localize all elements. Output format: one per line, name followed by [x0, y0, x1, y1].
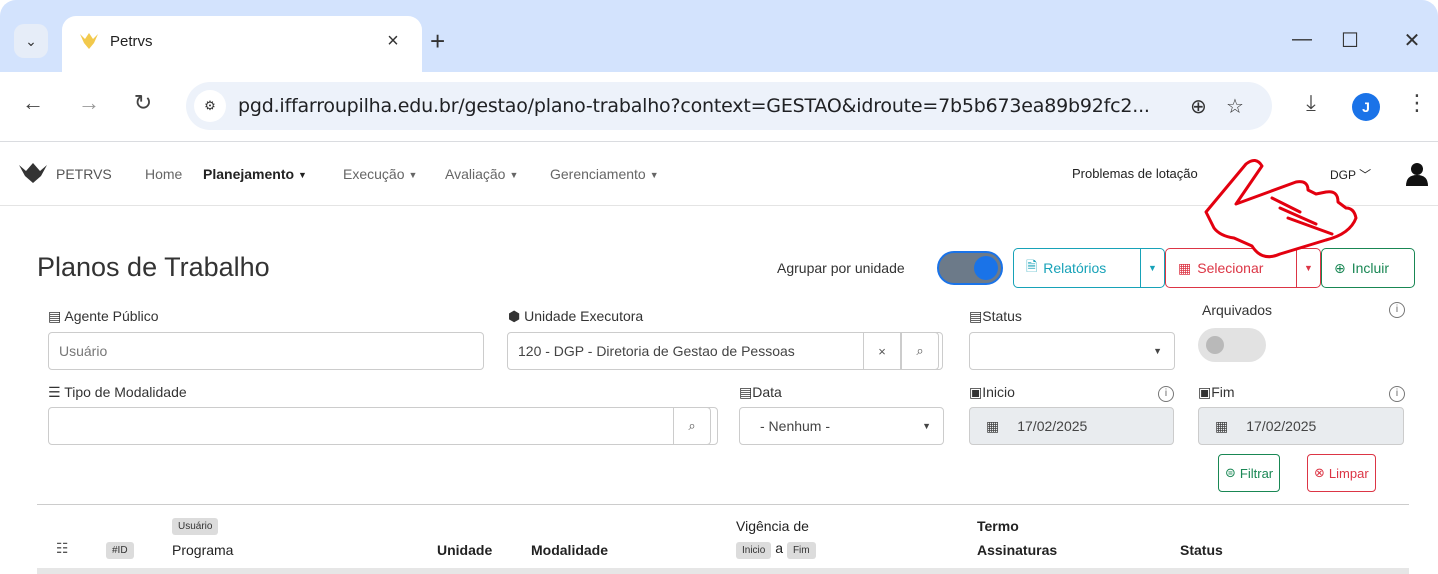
nav-planejamento[interactable]: Planejamento ▼ [203, 166, 307, 182]
pointing-hand-annotation-icon [1204, 159, 1358, 259]
browser-tab[interactable]: Petrvs × [62, 16, 422, 72]
cube-icon: ⬢ [508, 308, 525, 324]
filter-button[interactable]: ⊜ Filtrar [1218, 454, 1281, 492]
x-circle-icon: ⊗ [1314, 465, 1325, 480]
table-header-border [37, 568, 1409, 574]
calendar-icon: ▣ [969, 384, 983, 400]
address-bar[interactable]: ⚙ pgd.iffarroupilha.edu.br/gestao/plano-… [186, 82, 1272, 130]
calendar-list-icon: ▤ [739, 384, 753, 400]
reload-icon[interactable]: ↻ [128, 90, 158, 116]
calendar-icon: ▦ [1215, 417, 1229, 434]
caret-down-icon: ▼ [1153, 346, 1162, 356]
tab-search-icon[interactable]: ⌄ [14, 24, 48, 58]
browser-tab-bar: ⌄ Petrvs × + — ☐ ✕ [0, 0, 1438, 72]
id-column-header[interactable]: #ID [106, 540, 134, 559]
toggle-knob [1206, 336, 1224, 354]
clear-button[interactable]: ⊗ Limpar [1307, 454, 1376, 492]
new-tab-button[interactable]: + [430, 26, 445, 56]
caret-down-icon: ▼ [298, 170, 307, 181]
caret-down-icon: ▼ [922, 421, 931, 431]
profile-avatar[interactable]: J [1352, 93, 1380, 121]
search-icon[interactable]: ⌕ [901, 332, 939, 370]
list-options-icon[interactable]: ☷ [56, 540, 69, 557]
signatures-column-header[interactable]: Assinaturas [977, 542, 1057, 558]
nav-avaliacao[interactable]: Avaliação ▼ [445, 166, 518, 182]
info-icon[interactable]: i [1389, 386, 1405, 402]
modality-input[interactable]: ⌕ [48, 407, 718, 445]
menu-dots-icon[interactable]: ⋮ [1402, 90, 1432, 116]
zoom-icon[interactable]: ⊕ [1190, 94, 1207, 119]
petrvs-logo-icon [19, 163, 47, 183]
program-column-header[interactable]: Programa [172, 542, 233, 558]
modality-label: ☰ Tipo de Modalidade [48, 384, 187, 400]
url-text[interactable]: pgd.iffarroupilha.edu.br/gestao/plano-tr… [238, 95, 1150, 117]
maximize-icon[interactable]: ☐ [1330, 28, 1370, 53]
nav-gerenciamento[interactable]: Gerenciamento ▼ [550, 166, 659, 182]
group-by-unit-toggle[interactable] [937, 251, 1003, 285]
reports-button-group: 🗎 Relatórios ▼ [1013, 248, 1165, 288]
end-date-input[interactable]: ▦ 17/02/2025 [1198, 407, 1404, 445]
user-icon[interactable] [1406, 162, 1428, 186]
unit-input[interactable]: 120 - DGP - Diretoria de Gestao de Pesso… [507, 332, 943, 370]
modality-column-header[interactable]: Modalidade [531, 542, 608, 558]
archived-toggle[interactable] [1198, 328, 1266, 362]
id-card-icon: ▤ [48, 308, 65, 324]
end-label: ▣Fim [1198, 384, 1235, 400]
start-date-input[interactable]: ▦ 17/02/2025 [969, 407, 1174, 445]
reports-dropdown-toggle[interactable]: ▼ [1140, 249, 1164, 287]
calendar-icon: ▣ [1198, 384, 1212, 400]
nav-home[interactable]: Home [145, 166, 182, 182]
unit-column-header[interactable]: Unidade [437, 542, 492, 558]
tab-close-icon[interactable]: × [380, 28, 406, 54]
status-select[interactable]: ▼ [969, 332, 1175, 370]
info-icon[interactable]: i [1158, 386, 1174, 402]
minimize-icon[interactable]: — [1282, 28, 1322, 51]
agent-input[interactable]: Usuário [48, 332, 484, 370]
caret-down-icon: ▼ [408, 170, 418, 181]
archived-label: Arquivados [1202, 302, 1273, 318]
info-icon[interactable]: i [1389, 302, 1405, 318]
toggle-knob [974, 256, 998, 280]
date-label: ▤Data [739, 384, 782, 400]
term-column-header: Termo [977, 518, 1019, 534]
group-by-unit-label: Agrupar por unidade [777, 260, 905, 276]
list-indent-icon: ☰ [48, 384, 65, 400]
forward-icon[interactable]: → [74, 90, 104, 116]
divider [37, 504, 1409, 505]
clear-unit-button[interactable]: × [863, 332, 901, 370]
user-column-header[interactable]: Usuário [172, 516, 219, 535]
unit-label: ⬢ Unidade Executora [508, 308, 644, 324]
site-settings-icon[interactable]: ⚙ [194, 90, 226, 122]
filter-circle-icon: ⊜ [1225, 465, 1236, 480]
close-icon[interactable]: ✕ [1392, 28, 1432, 53]
agent-label: ▤ Agente Público [48, 308, 159, 324]
page-title: Planos de Trabalho [37, 252, 270, 282]
date-select[interactable]: - Nenhum - ▼ [739, 407, 944, 445]
browser-toolbar: ← → ↻ ⚙ pgd.iffarroupilha.edu.br/gestao/… [0, 72, 1438, 142]
caret-down-icon: ▼ [649, 170, 659, 181]
search-icon[interactable]: ⌕ [673, 407, 711, 445]
tab-title: Petrvs [110, 33, 153, 50]
status-label: ▤Status [969, 308, 1022, 324]
bookmark-star-icon[interactable]: ☆ [1226, 94, 1244, 119]
download-icon[interactable]: ⤓ [1296, 90, 1326, 116]
caret-down-icon: ▼ [509, 170, 519, 181]
back-icon[interactable]: ← [18, 90, 48, 116]
validity-range-header[interactable]: Inicio a Fim [736, 540, 816, 559]
brand-name[interactable]: PETRVS [56, 166, 112, 182]
start-label: ▣Inicio [969, 384, 1015, 400]
validity-column-header: Vigência de [736, 518, 809, 534]
nav-execucao[interactable]: Execução ▼ [343, 166, 417, 182]
list-icon: ▤ [969, 308, 983, 324]
document-icon: 🗎 [1026, 258, 1038, 274]
petrvs-favicon-icon [80, 33, 98, 49]
reports-button[interactable]: 🗎 Relatórios [1014, 249, 1140, 287]
status-column-header[interactable]: Status [1180, 542, 1223, 558]
calendar-icon: ▦ [986, 417, 1000, 434]
